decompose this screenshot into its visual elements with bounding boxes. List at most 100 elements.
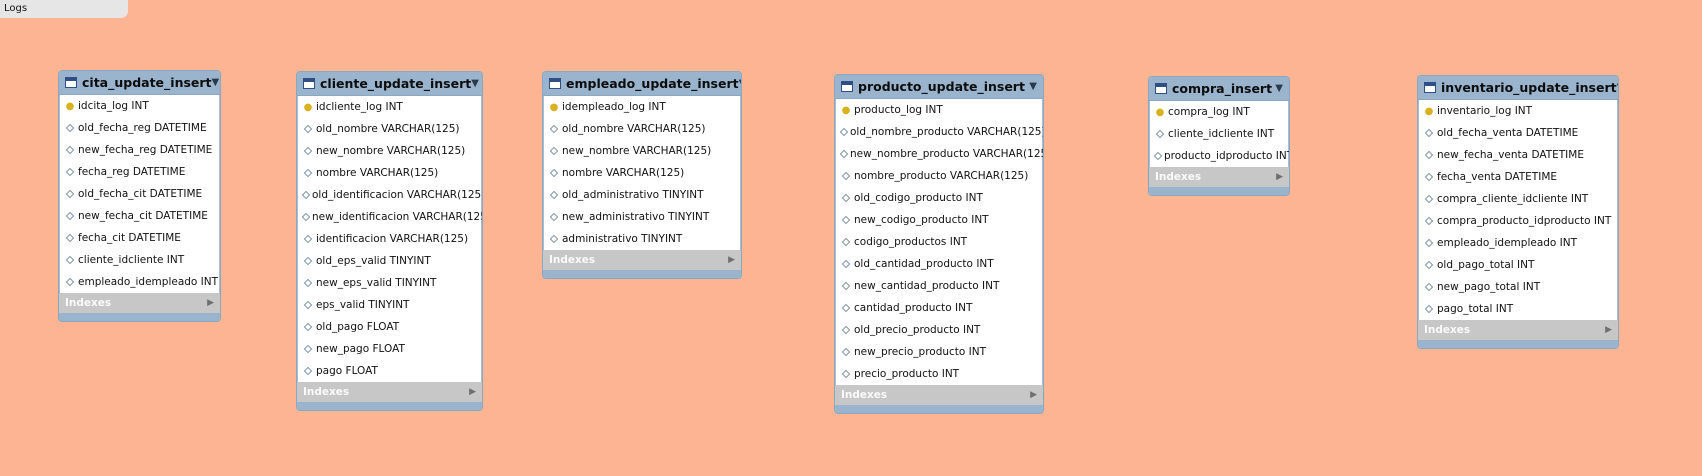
- column-row[interactable]: ● inventario_log INT: [1418, 100, 1618, 122]
- indexes-section[interactable]: Indexes ▶: [1418, 320, 1618, 340]
- layer-tab-logs[interactable]: Logs: [0, 0, 128, 18]
- column-row[interactable]: cliente_idcliente INT: [59, 249, 220, 271]
- table-header[interactable]: cita_update_insert ▼: [59, 71, 220, 95]
- column-row[interactable]: codigo_productos INT: [835, 231, 1043, 253]
- column-row[interactable]: ● idempleado_log INT: [543, 96, 741, 118]
- table-4[interactable]: compra_insert ▼ ● compra_log INT cliente_idc…: [1148, 76, 1290, 196]
- column-row[interactable]: old_fecha_venta DATETIME: [1418, 122, 1618, 144]
- table-0[interactable]: cita_update_insert ▼ ● idcita_log INT old_fe…: [58, 70, 221, 322]
- column-row[interactable]: old_precio_producto INT: [835, 319, 1043, 341]
- table-header[interactable]: producto_update_insert ▼: [835, 75, 1043, 99]
- column-label: old_pago_total INT: [1437, 259, 1535, 271]
- column-row[interactable]: administrativo TINYINT: [543, 228, 741, 250]
- column-diamond-icon: [1424, 260, 1434, 270]
- indexes-section[interactable]: Indexes ▶: [1149, 167, 1289, 187]
- table-header[interactable]: cliente_update_insert ▼: [297, 72, 482, 96]
- table-header[interactable]: compra_insert ▼: [1149, 77, 1289, 101]
- expand-arrow-icon[interactable]: ▶: [1605, 325, 1612, 335]
- indexes-label: Indexes: [65, 297, 112, 309]
- column-row[interactable]: cliente_idcliente INT: [1149, 123, 1289, 145]
- column-row[interactable]: new_administrativo TINYINT: [543, 206, 741, 228]
- column-row[interactable]: new_identificacion VARCHAR(125): [297, 206, 482, 228]
- indexes-section[interactable]: Indexes ▶: [59, 293, 220, 313]
- column-row[interactable]: empleado_idempleado INT: [59, 271, 220, 293]
- column-row[interactable]: compra_producto_idproducto INT: [1418, 210, 1618, 232]
- column-row[interactable]: old_identificacion VARCHAR(125): [297, 184, 482, 206]
- column-label: identificacion VARCHAR(125): [316, 233, 469, 245]
- column-row[interactable]: new_precio_producto INT: [835, 341, 1043, 363]
- column-row[interactable]: compra_cliente_idcliente INT: [1418, 188, 1618, 210]
- column-row[interactable]: new_codigo_producto INT: [835, 209, 1043, 231]
- table-footer: [297, 402, 482, 410]
- column-row[interactable]: old_pago FLOAT: [297, 316, 482, 338]
- column-label: inventario_log INT: [1437, 105, 1533, 117]
- table-1[interactable]: cliente_update_insert ▼ ● idcliente_log INT…: [296, 71, 483, 411]
- table-5[interactable]: inventario_update_insert▼●inventario_log…: [1417, 75, 1619, 349]
- column-row[interactable]: old_fecha_cit DATETIME: [59, 183, 220, 205]
- column-row[interactable]: precio_producto INT: [835, 363, 1043, 385]
- table-3[interactable]: producto_update_insert ▼ ● producto_log INT…: [834, 74, 1044, 414]
- column-row[interactable]: fecha_cit DATETIME: [59, 227, 220, 249]
- column-label: new_fecha_venta DATETIME: [1437, 149, 1584, 161]
- column-row[interactable]: ● idcliente_log INT: [297, 96, 482, 118]
- expand-arrow-icon[interactable]: ▶: [207, 298, 214, 308]
- expand-arrow-icon[interactable]: ▶: [469, 387, 476, 397]
- column-row[interactable]: pago_total INT: [1418, 298, 1618, 320]
- column-row[interactable]: old_cantidad_producto INT: [835, 253, 1043, 275]
- expand-arrow-icon[interactable]: ▶: [1030, 390, 1037, 400]
- collapse-arrow-icon[interactable]: ▼: [212, 77, 220, 88]
- column-row[interactable]: old_pago_total INT: [1418, 254, 1618, 276]
- indexes-section[interactable]: Indexes ▶: [297, 382, 482, 402]
- column-diamond-icon: [303, 278, 313, 288]
- column-row[interactable]: old_nombre_producto VARCHAR(125): [835, 121, 1043, 143]
- table-header[interactable]: inventario_update_insert▼: [1418, 76, 1618, 100]
- column-row[interactable]: old_administrativo TINYINT: [543, 184, 741, 206]
- expand-arrow-icon[interactable]: ▶: [728, 255, 735, 265]
- column-row[interactable]: new_fecha_reg DATETIME: [59, 139, 220, 161]
- column-label: codigo_productos INT: [854, 236, 968, 248]
- column-diamond-icon: [65, 145, 75, 155]
- collapse-arrow-icon[interactable]: ▼: [1617, 82, 1618, 93]
- column-row[interactable]: new_fecha_cit DATETIME: [59, 205, 220, 227]
- column-row[interactable]: old_eps_valid TINYINT: [297, 250, 482, 272]
- column-row[interactable]: cantidad_producto INT: [835, 297, 1043, 319]
- indexes-label: Indexes: [303, 386, 350, 398]
- column-row[interactable]: eps_valid TINYINT: [297, 294, 482, 316]
- column-row[interactable]: old_nombre VARCHAR(125): [297, 118, 482, 140]
- column-row[interactable]: empleado_idempleado INT: [1418, 232, 1618, 254]
- collapse-arrow-icon[interactable]: ▼: [1275, 83, 1283, 94]
- column-row[interactable]: new_nombre_producto VARCHAR(125): [835, 143, 1043, 165]
- column-row[interactable]: new_eps_valid TINYINT: [297, 272, 482, 294]
- column-row[interactable]: fecha_venta DATETIME: [1418, 166, 1618, 188]
- collapse-arrow-icon[interactable]: ▼: [1029, 81, 1037, 92]
- column-row[interactable]: ● producto_log INT: [835, 99, 1043, 121]
- column-row[interactable]: pago FLOAT: [297, 360, 482, 382]
- expand-arrow-icon[interactable]: ▶: [1276, 172, 1283, 182]
- column-row[interactable]: old_fecha_reg DATETIME: [59, 117, 220, 139]
- column-row[interactable]: ● idcita_log INT: [59, 95, 220, 117]
- column-row[interactable]: nombre VARCHAR(125): [297, 162, 482, 184]
- column-row[interactable]: identificacion VARCHAR(125): [297, 228, 482, 250]
- column-row[interactable]: new_fecha_venta DATETIME: [1418, 144, 1618, 166]
- column-row[interactable]: new_nombre VARCHAR(125): [297, 140, 482, 162]
- column-row[interactable]: nombre_producto VARCHAR(125): [835, 165, 1043, 187]
- column-row[interactable]: producto_idproducto INT: [1149, 145, 1289, 167]
- column-diamond-icon: [301, 190, 311, 200]
- column-row[interactable]: fecha_reg DATETIME: [59, 161, 220, 183]
- column-diamond-icon: [1424, 172, 1434, 182]
- column-row[interactable]: new_pago FLOAT: [297, 338, 482, 360]
- indexes-section[interactable]: Indexes ▶: [543, 250, 741, 270]
- table-2[interactable]: empleado_update_insert▼●idempleado_log I…: [542, 71, 742, 279]
- column-row[interactable]: new_cantidad_producto INT: [835, 275, 1043, 297]
- column-row[interactable]: ● compra_log INT: [1149, 101, 1289, 123]
- column-row[interactable]: new_pago_total INT: [1418, 276, 1618, 298]
- table-header[interactable]: empleado_update_insert▼: [543, 72, 741, 96]
- indexes-section[interactable]: Indexes ▶: [835, 385, 1043, 405]
- column-row[interactable]: new_nombre VARCHAR(125): [543, 140, 741, 162]
- column-row[interactable]: nombre VARCHAR(125): [543, 162, 741, 184]
- column-row[interactable]: old_nombre VARCHAR(125): [543, 118, 741, 140]
- collapse-arrow-icon[interactable]: ▼: [471, 78, 479, 89]
- table-footer: [1149, 187, 1289, 195]
- collapse-arrow-icon[interactable]: ▼: [739, 78, 741, 89]
- column-row[interactable]: old_codigo_producto INT: [835, 187, 1043, 209]
